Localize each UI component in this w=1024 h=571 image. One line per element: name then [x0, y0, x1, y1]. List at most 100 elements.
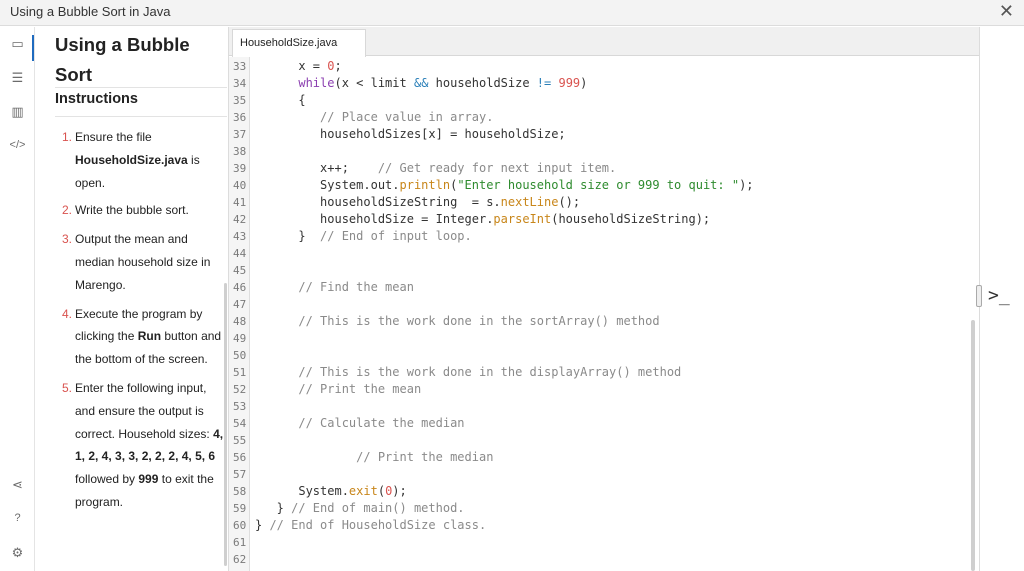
code-line[interactable]: 42 householdSize = Integer.parseInt(hous… — [229, 211, 979, 228]
instructions-panel: Using a Bubble Sort Instructions 1. Ensu… — [35, 27, 227, 571]
code-text: while(x < limit && householdSize != 999) — [298, 76, 588, 90]
instruction-steps: 1. Ensure the file HouseholdSize.java is… — [62, 126, 224, 514]
code-line[interactable]: 59 } // End of main() method. — [229, 500, 979, 517]
left-rail: ▭ ☰ ▥ </> ⋖ ? ⚙ — [0, 27, 35, 571]
chart-icon[interactable]: ▥ — [0, 104, 35, 120]
share-icon[interactable]: ⋖ — [0, 477, 35, 493]
instruction-step: 3. Output the mean and median household … — [62, 232, 211, 292]
line-number: 36 — [233, 111, 247, 124]
code-line[interactable]: 58 System.exit(0); — [229, 483, 979, 500]
terminal-icon[interactable]: >_ — [988, 285, 1010, 306]
line-number: 51 — [233, 366, 247, 379]
code-line[interactable]: 56 // Print the median — [229, 449, 979, 466]
line-number: 46 — [233, 281, 247, 294]
instructions-heading: Instructions — [55, 91, 138, 107]
line-number: 39 — [233, 162, 247, 175]
settings-icon[interactable]: ⚙ — [0, 545, 35, 561]
instructions-scrollbar[interactable] — [224, 283, 227, 566]
code-line[interactable]: 57 — [229, 466, 979, 483]
code-line[interactable]: 35 { — [229, 92, 979, 109]
code-area[interactable]: 33 x = 0; 34 while(x < limit && household… — [229, 57, 979, 571]
line-number: 37 — [233, 128, 247, 141]
code-line[interactable]: 47 — [229, 296, 979, 313]
line-number: 44 — [233, 247, 247, 260]
line-number: 42 — [233, 213, 247, 226]
tab-householdsize-java[interactable]: HouseholdSize.java — [232, 29, 366, 57]
code-line[interactable]: 34 while(x < limit && householdSize != 9… — [229, 75, 979, 92]
code-line[interactable]: 40 System.out.println("Enter household s… — [229, 177, 979, 194]
code-line[interactable]: 43 } // End of input loop. — [229, 228, 979, 245]
panel-resize-handle[interactable] — [976, 285, 982, 307]
code-line[interactable]: 62 — [229, 551, 979, 568]
line-number: 50 — [233, 349, 247, 362]
code-line[interactable]: 53 — [229, 398, 979, 415]
code-line[interactable]: 45 — [229, 262, 979, 279]
code-line[interactable]: 52 // Print the mean — [229, 381, 979, 398]
code-text: { — [255, 93, 306, 107]
editor-scrollbar[interactable] — [971, 320, 975, 571]
line-number: 38 — [233, 145, 247, 158]
code-text: // This is the work done in the sortArra… — [298, 314, 660, 328]
code-line[interactable]: 37 householdSizes[x] = householdSize; — [229, 126, 979, 143]
line-number: 53 — [233, 400, 247, 413]
code-line[interactable]: 36 // Place value in array. — [229, 109, 979, 126]
window-title: Using a Bubble Sort in Java — [10, 4, 171, 19]
line-number: 57 — [233, 468, 247, 481]
code-text: householdSize = Integer.parseInt(househo… — [255, 212, 711, 226]
code-line[interactable]: 61 — [229, 534, 979, 551]
code-text: householdSizeString = s.nextLine(); — [255, 195, 581, 209]
instruction-step: 5. Enter the following input, and ensure… — [62, 380, 224, 509]
code-line[interactable]: 39 x++; // Get ready for next input item… — [229, 160, 979, 177]
code-text: } // End of input loop. — [255, 229, 472, 243]
code-line[interactable]: 38 — [229, 143, 979, 160]
terminal-panel: >_ — [976, 27, 1024, 571]
code-text: householdSizes[x] = householdSize; — [255, 127, 566, 141]
code-line[interactable]: 48 // This is the work done in the sortA… — [229, 313, 979, 330]
code-text: // Print the median — [356, 450, 494, 464]
book-icon[interactable]: ▭ — [0, 36, 35, 52]
title-bar: Using a Bubble Sort in Java ✕ — [0, 0, 1024, 26]
line-number: 49 — [233, 332, 247, 345]
code-line[interactable]: 44 — [229, 245, 979, 262]
editor-tab-bar: HouseholdSize.java — [229, 27, 979, 57]
divider — [55, 87, 227, 88]
line-number: 34 — [233, 77, 247, 90]
code-text: } // End of main() method. — [255, 501, 465, 515]
help-icon[interactable]: ? — [0, 512, 35, 524]
line-number: 58 — [233, 485, 247, 498]
code-text: // Find the mean — [298, 280, 414, 294]
line-number: 41 — [233, 196, 247, 209]
line-number: 62 — [233, 553, 247, 566]
code-line[interactable]: 46 // Find the mean — [229, 279, 979, 296]
divider — [55, 116, 227, 117]
code-icon[interactable]: </> — [0, 139, 35, 151]
line-number: 33 — [233, 60, 247, 73]
code-line[interactable]: 41 householdSizeString = s.nextLine(); — [229, 194, 979, 211]
code-line[interactable]: 54 // Calculate the median — [229, 415, 979, 432]
code-text: // This is the work done in the displayA… — [298, 365, 682, 379]
code-line[interactable]: 60} // End of HouseholdSize class. — [229, 517, 979, 534]
code-line[interactable]: 51 // This is the work done in the displ… — [229, 364, 979, 381]
code-editor: HouseholdSize.java 33 x = 0; 34 while(x <… — [228, 27, 979, 571]
line-number: 55 — [233, 434, 247, 447]
line-number: 40 — [233, 179, 247, 192]
line-number: 47 — [233, 298, 247, 311]
code-line[interactable]: 50 — [229, 347, 979, 364]
code-text: // Print the mean — [298, 382, 422, 396]
code-line[interactable]: 49 — [229, 330, 979, 347]
code-text: System.exit(0); — [255, 484, 407, 498]
line-number: 59 — [233, 502, 247, 515]
code-line[interactable]: 33 x = 0; — [229, 58, 979, 75]
code-text: // Calculate the median — [298, 416, 465, 430]
line-number: 52 — [233, 383, 247, 396]
instruction-step: 2. Write the bubble sort. — [62, 203, 189, 218]
code-text: System.out.println("Enter household size… — [255, 178, 754, 192]
instruction-step: 1. Ensure the file HouseholdSize.java is… — [62, 130, 200, 190]
line-number: 61 — [233, 536, 247, 549]
list-icon[interactable]: ☰ — [0, 70, 35, 86]
line-number: 45 — [233, 264, 247, 277]
lesson-title: Using a Bubble Sort — [55, 34, 190, 85]
code-line[interactable]: 55 — [229, 432, 979, 449]
close-icon[interactable]: ✕ — [999, 1, 1014, 22]
line-number: 60 — [233, 519, 247, 532]
